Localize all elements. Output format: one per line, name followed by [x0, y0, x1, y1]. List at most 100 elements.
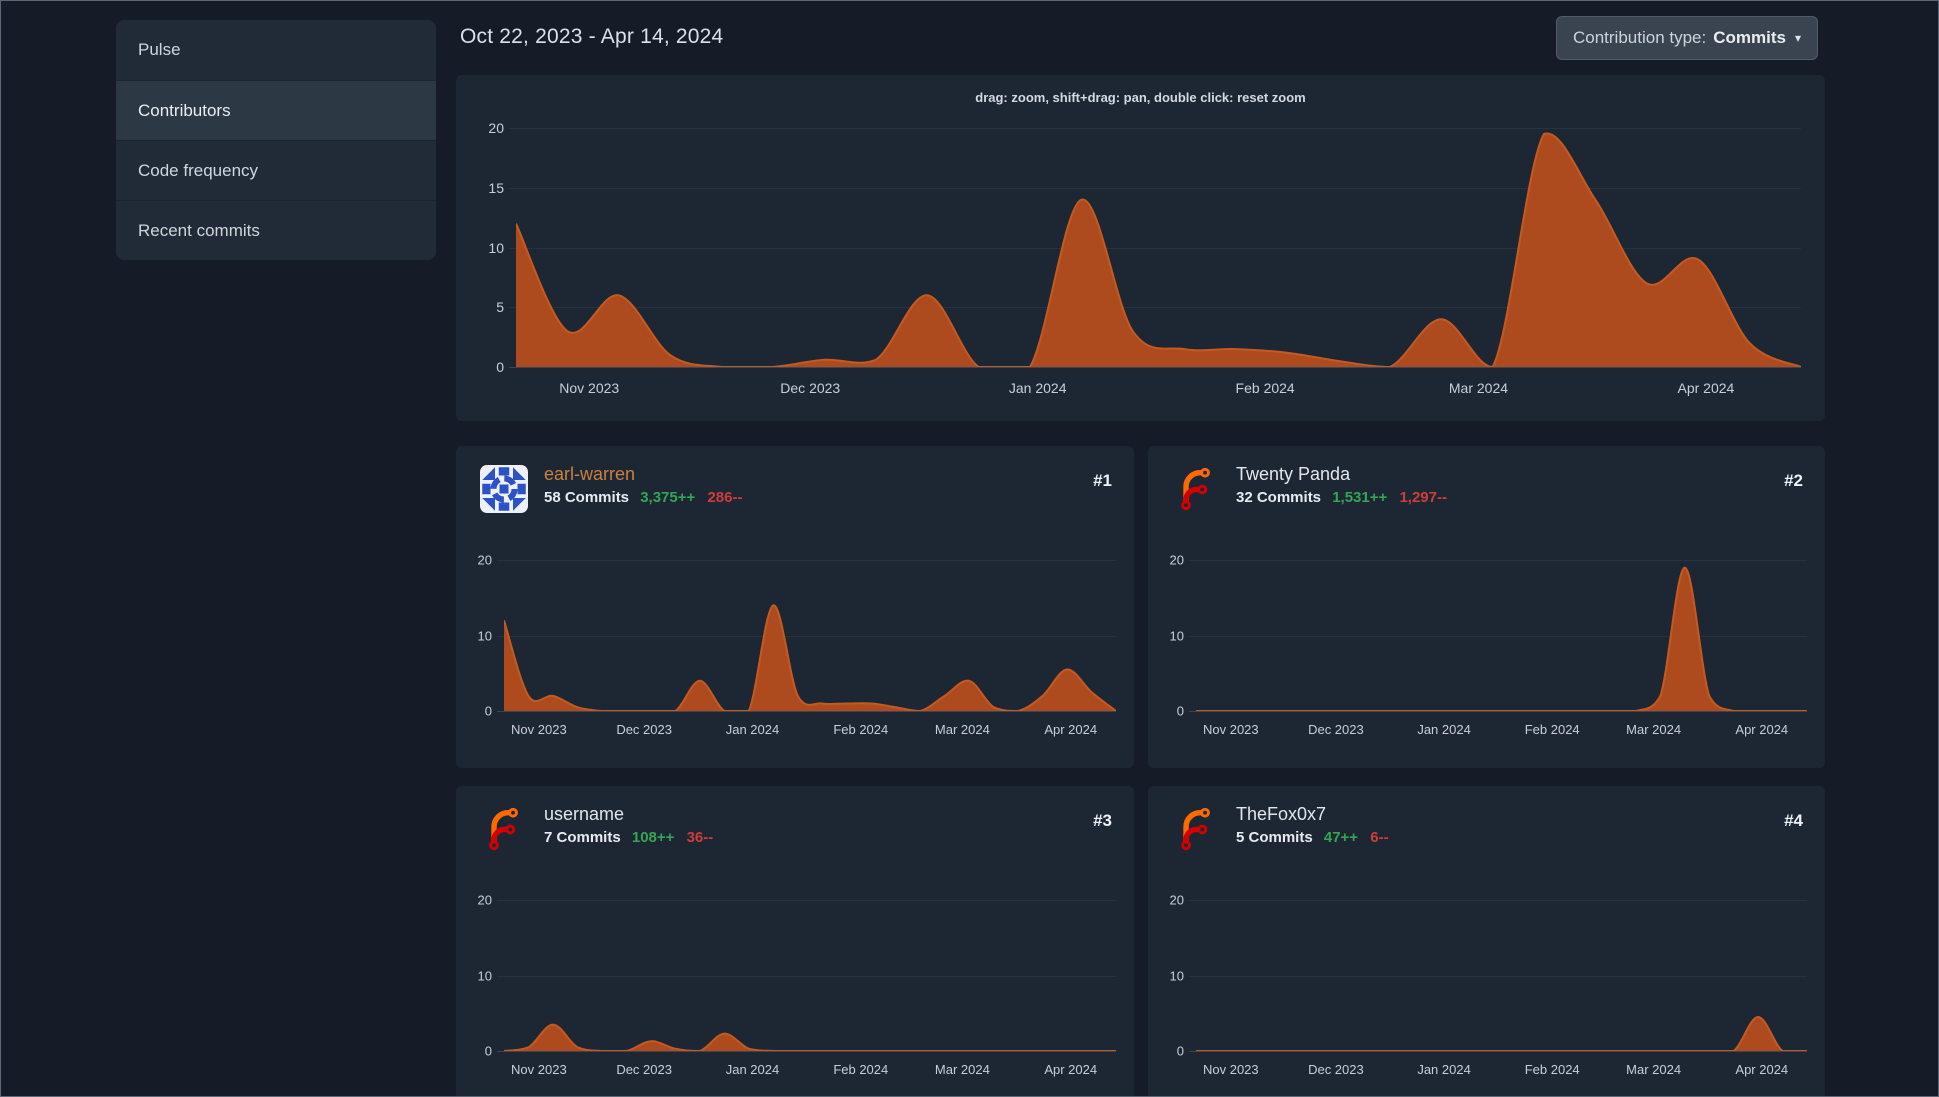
twenty-panda-chart[interactable]: 0 10 20 Nov 2023 Dec 2023 Jan 2024 Feb 2024 Mar… — [1148, 553, 1807, 751]
sidebar-item-code-frequency[interactable]: Code frequency — [116, 140, 436, 200]
x-axis-tick-label: Apr 2024 — [1044, 1062, 1098, 1077]
y-axis-tick-label: 20 — [488, 120, 504, 136]
chevron-down-icon: ▾ — [1794, 31, 1801, 45]
x-axis-tick-label: Mar 2024 — [1626, 1062, 1682, 1077]
contributor-card-header: Twenty Panda 32 Commits 1,531++ 1,297-- … — [1172, 463, 1803, 519]
x-axis-tick-label: Jan 2024 — [1417, 1062, 1471, 1077]
x-axis-tick-label: Mar 2024 — [934, 722, 990, 737]
y-axis-tick-label: 10 — [477, 968, 492, 983]
sidebar: Pulse Contributors Code frequency Recent… — [116, 20, 436, 260]
x-axis-tick-label: Mar 2024 — [934, 1062, 990, 1077]
additions-count: 108++ — [631, 829, 675, 846]
x-axis-tick-label: Apr 2024 — [1044, 722, 1098, 737]
commit-count: 58 Commits — [544, 489, 630, 506]
x-axis-tick-label: Feb 2024 — [833, 1062, 889, 1077]
contributor-card-username: username 7 Commits 108++ 36-- #3 0 10 20 No… — [456, 786, 1134, 1096]
area-series — [1196, 1015, 1807, 1051]
rank-badge: #2 — [1784, 471, 1803, 490]
x-axis-tick-label: Dec 2023 — [1308, 722, 1364, 737]
sidebar-item-pulse[interactable]: Pulse — [116, 20, 436, 80]
rank-badge: #1 — [1093, 471, 1112, 490]
y-axis-tick-label: 0 — [1176, 703, 1184, 719]
x-axis-tick-label: Feb 2024 — [1524, 722, 1580, 737]
x-axis-tick-label: Nov 2023 — [559, 380, 620, 396]
sidebar-item-recent-commits[interactable]: Recent commits — [116, 200, 436, 260]
y-axis-tick-label: 0 — [1176, 1043, 1184, 1059]
commit-count: 32 Commits — [1236, 489, 1322, 506]
y-axis-tick-label: 5 — [496, 299, 504, 316]
contributor-identity: username 7 Commits 108++ 36-- — [544, 803, 713, 846]
contributor-identity: Twenty Panda 32 Commits 1,531++ 1,297-- — [1236, 463, 1447, 506]
area-series — [504, 604, 1116, 711]
contributor-identity: earl-warren 58 Commits 3,375++ 286-- — [544, 463, 742, 506]
main-content: Oct 22, 2023 - Apr 14, 2024 Contribution… — [456, 1, 1825, 1096]
x-axis-tick-label: Jan 2024 — [725, 1062, 780, 1077]
x-axis-tick-label: Feb 2024 — [1524, 1062, 1580, 1077]
x-axis-tick-label: Dec 2023 — [1308, 1062, 1364, 1077]
y-axis-tick-label: 0 — [484, 1043, 492, 1059]
y-axis-tick-label: 0 — [496, 359, 504, 375]
x-axis-tick-label: Mar 2024 — [1626, 722, 1682, 737]
x-axis-tick-label: Nov 2023 — [511, 1062, 567, 1077]
additions-count: 1,531++ — [1332, 489, 1388, 506]
x-axis-tick-label: Dec 2023 — [616, 1062, 672, 1077]
x-axis-tick-label: Dec 2023 — [780, 380, 841, 396]
forgejo-logo-avatar — [1172, 805, 1220, 853]
x-axis-tick-label: Nov 2023 — [1202, 1062, 1259, 1077]
y-axis-tick-label: 15 — [488, 179, 504, 196]
y-axis-tick-label: 10 — [488, 239, 504, 256]
y-axis-tick-label: 10 — [477, 628, 492, 643]
contributor-card-header: username 7 Commits 108++ 36-- #3 — [480, 803, 1112, 859]
contribution-type-label: Contribution type: — [1572, 28, 1707, 47]
x-axis-tick-label: Feb 2024 — [833, 722, 889, 737]
repo-activity-menu: Pulse Contributors Code frequency Recent… — [116, 20, 436, 260]
sidebar-item-contributors[interactable]: Contributors — [116, 80, 436, 140]
deletions-count: 6-- — [1370, 829, 1389, 846]
overall-contributions-chart[interactable]: 0 5 10 15 20 Nov 2023 Dec 2023 Jan 2024 Feb 2024… — [456, 120, 1801, 409]
contributor-name-link[interactable]: earl-warren — [544, 463, 742, 486]
rank-badge: #3 — [1093, 811, 1112, 830]
x-axis-tick-label: Jan 2024 — [725, 722, 780, 737]
x-axis-tick-label: Apr 2024 — [1735, 722, 1789, 737]
x-axis-tick-label: Jan 2024 — [1008, 380, 1067, 396]
contributor-stats: 7 Commits 108++ 36-- — [544, 829, 713, 846]
earl-warren-chart[interactable]: 0 10 20 Nov 2023 Dec 2023 Jan 2024 Feb 2024 Mar… — [456, 553, 1116, 751]
contributor-identity: TheFox0x7 5 Commits 47++ 6-- — [1236, 803, 1389, 846]
chart-zoom-hint: drag: zoom, shift+drag: pan, double clic… — [975, 90, 1306, 105]
x-axis-tick-label: Apr 2024 — [1735, 1062, 1789, 1077]
y-axis-tick-label: 20 — [477, 552, 492, 568]
contributor-name: username — [544, 804, 625, 824]
commit-count: 7 Commits — [544, 829, 621, 846]
deletions-count: 36-- — [686, 829, 714, 846]
thefox0x7-chart[interactable]: 0 10 20 Nov 2023 Dec 2023 Jan 2024 Feb 2024 Mar… — [1148, 893, 1807, 1091]
date-range-title: Oct 22, 2023 - Apr 14, 2024 — [460, 25, 724, 48]
contributor-card-header: TheFox0x7 5 Commits 47++ 6-- #4 — [1172, 803, 1803, 859]
y-axis-tick-label: 20 — [1169, 552, 1184, 568]
x-axis-tick-label: Nov 2023 — [1202, 722, 1259, 737]
x-axis-tick-label: Mar 2024 — [1448, 380, 1509, 396]
contributor-card-twenty-panda: Twenty Panda 32 Commits 1,531++ 1,297-- … — [1148, 446, 1825, 768]
contributor-name: TheFox0x7 — [1236, 804, 1327, 824]
forgejo-logo-avatar — [480, 805, 528, 853]
additions-count: 47++ — [1323, 829, 1359, 846]
main-chart-panel: drag: zoom, shift+drag: pan, double clic… — [456, 75, 1825, 421]
forgejo-logo-avatar — [1172, 465, 1220, 513]
commit-count: 5 Commits — [1236, 829, 1313, 846]
contribution-type-dropdown[interactable]: Contribution type: Commits ▾ — [1555, 16, 1818, 60]
x-axis-tick-label: Jan 2024 — [1417, 722, 1471, 737]
x-axis-tick-label: Feb 2024 — [1235, 380, 1295, 396]
x-axis-tick-label: Nov 2023 — [511, 722, 567, 737]
contributors-page: Pulse Contributors Code frequency Recent… — [0, 0, 1939, 1097]
contributor-name: Twenty Panda — [1236, 464, 1351, 484]
contribution-type-value: Commits — [1713, 28, 1786, 47]
area-series — [504, 1023, 1116, 1051]
x-axis-tick-label: Dec 2023 — [616, 722, 672, 737]
y-axis-tick-label: 10 — [1169, 968, 1184, 983]
area-series — [1196, 566, 1807, 711]
area-series — [516, 132, 1801, 367]
rank-badge: #4 — [1784, 811, 1803, 830]
identicon-avatar — [480, 465, 528, 513]
deletions-count: 1,297-- — [1399, 489, 1447, 506]
deletions-count: 286-- — [707, 489, 743, 506]
username-chart[interactable]: 0 10 20 Nov 2023 Dec 2023 Jan 2024 Feb 2024 Mar… — [456, 893, 1116, 1091]
